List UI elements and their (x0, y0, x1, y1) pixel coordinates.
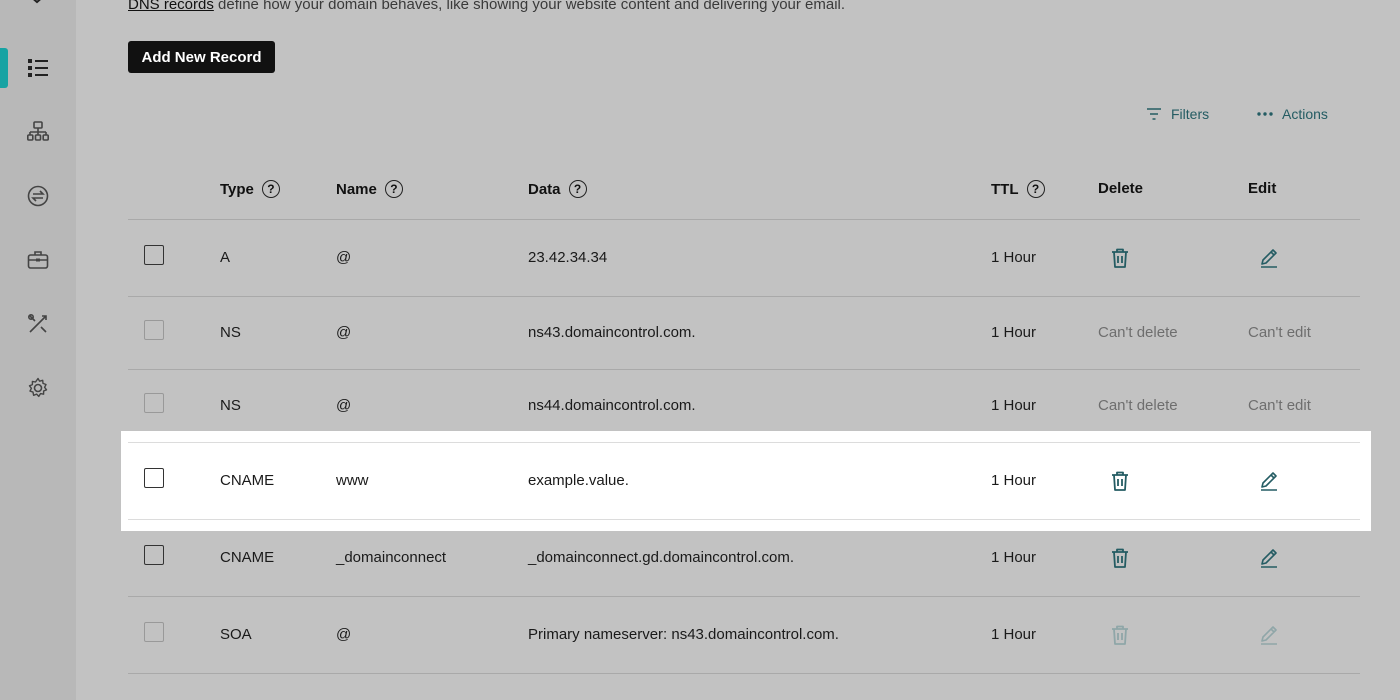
help-icon[interactable]: ? (261, 180, 280, 198)
dns-records-link[interactable]: DNS records (128, 0, 214, 13)
row-divider (128, 673, 1360, 674)
cell-name: @ (336, 324, 352, 341)
column-header-ttl: TTL ? (991, 180, 1045, 198)
trash-icon (1112, 471, 1128, 491)
column-header-delete: Delete (1098, 180, 1143, 197)
cant-edit-text: Can't edit (1248, 397, 1311, 414)
briefcase-icon (27, 251, 49, 269)
column-header-ttl-label: TTL (991, 180, 1019, 198)
list-icon (28, 59, 48, 77)
row-divider (128, 442, 1360, 443)
pencil-icon (1261, 626, 1277, 645)
cant-delete-text: Can't delete (1098, 397, 1178, 414)
pencil-icon (1261, 249, 1277, 268)
row-checkbox[interactable] (144, 468, 164, 488)
cant-edit-text: Can't edit (1248, 324, 1311, 341)
table-row-highlight (121, 431, 1371, 531)
row-divider (128, 519, 1360, 520)
cell-data: _domainconnect.gd.domaincontrol.com. (528, 549, 794, 566)
row-checkbox (144, 393, 164, 413)
row-checkbox (144, 622, 164, 642)
cell-type: SOA (220, 626, 252, 643)
column-header-data: Data ? (528, 180, 587, 198)
sidebar-item-tools[interactable] (0, 304, 76, 344)
trash-icon (1112, 625, 1128, 645)
column-header-edit-label: Edit (1248, 180, 1277, 197)
filters-button[interactable]: Filters (1145, 102, 1209, 126)
row-divider (128, 369, 1360, 370)
cell-name: _domainconnect (336, 549, 447, 566)
filters-label: Filters (1171, 106, 1210, 122)
edit-button[interactable] (1257, 469, 1281, 493)
edit-icon (1257, 623, 1281, 647)
row-divider (128, 296, 1360, 297)
header-divider (128, 219, 1360, 220)
sidebar-item-transfer[interactable] (0, 176, 76, 216)
cant-delete-text: Can't delete (1098, 324, 1178, 341)
column-header-name-label: Name (336, 180, 377, 198)
cell-type: A (220, 249, 231, 266)
pencil-icon (1261, 549, 1277, 568)
delete-icon (1108, 623, 1132, 647)
cell-data: ns43.domaincontrol.com. (528, 324, 696, 341)
sidebar (0, 0, 76, 700)
actions-label: Actions (1282, 106, 1328, 122)
row-divider (128, 596, 1360, 597)
cell-data: Primary nameserver: ns43.domaincontrol.c… (528, 626, 839, 643)
transfer-icon (27, 185, 49, 207)
cell-type: NS (220, 397, 241, 414)
column-header-delete-label: Delete (1098, 180, 1144, 197)
cell-ttl: 1 Hour (991, 324, 1037, 341)
sidebar-item-business[interactable] (0, 240, 76, 280)
intro-description: define how your domain behaves, like sho… (213, 0, 846, 13)
delete-button[interactable] (1108, 246, 1132, 270)
row-checkbox (144, 320, 164, 340)
gear-icon (28, 377, 48, 398)
add-new-record-button[interactable]: Add New Record (128, 41, 275, 73)
help-icon[interactable]: ? (1026, 180, 1045, 198)
sidebar-item-dns[interactable] (0, 48, 76, 88)
cell-name: @ (336, 626, 352, 643)
cell-type: NS (220, 324, 241, 341)
help-icon[interactable]: ? (568, 180, 587, 198)
cell-type: CNAME (220, 472, 275, 489)
pencil-icon (1261, 472, 1277, 491)
column-header-name: Name ? (336, 180, 403, 198)
edit-button[interactable] (1257, 246, 1281, 270)
cell-ttl: 1 Hour (991, 249, 1037, 266)
sitemap-icon (27, 121, 49, 141)
intro-text: DNS records define how your domain behav… (128, 0, 845, 13)
column-header-type: Type ? (220, 180, 280, 198)
cell-name: @ (336, 249, 352, 266)
row-checkbox[interactable] (144, 245, 164, 265)
more-horizontal-icon (1257, 112, 1273, 116)
column-header-type-label: Type (220, 180, 254, 198)
cell-data: 23.42.34.34 (528, 249, 608, 266)
row-checkbox[interactable] (144, 545, 164, 565)
cell-data: ns44.domaincontrol.com. (528, 397, 696, 414)
column-header-data-label: Data (528, 180, 561, 198)
cell-ttl: 1 Hour (991, 472, 1037, 489)
delete-button[interactable] (1108, 469, 1132, 493)
trash-icon (1112, 548, 1128, 568)
column-header-edit: Edit (1248, 180, 1276, 197)
cell-name: @ (336, 397, 352, 414)
cell-name: www (336, 472, 369, 489)
chevron-down-icon[interactable] (27, 0, 47, 8)
cell-data: example.value. (528, 472, 629, 489)
cell-ttl: 1 Hour (991, 626, 1037, 643)
delete-button[interactable] (1108, 546, 1132, 570)
cell-type: CNAME (220, 549, 275, 566)
trash-icon (1112, 248, 1128, 268)
sidebar-item-hosting[interactable] (0, 112, 76, 152)
actions-button[interactable]: Actions (1256, 102, 1328, 126)
help-icon[interactable]: ? (384, 180, 403, 198)
edit-button[interactable] (1257, 546, 1281, 570)
cell-ttl: 1 Hour (991, 397, 1037, 414)
sidebar-item-settings[interactable] (0, 368, 76, 408)
tools-icon (27, 313, 47, 333)
cell-ttl: 1 Hour (991, 549, 1037, 566)
filter-icon (1147, 108, 1161, 120)
